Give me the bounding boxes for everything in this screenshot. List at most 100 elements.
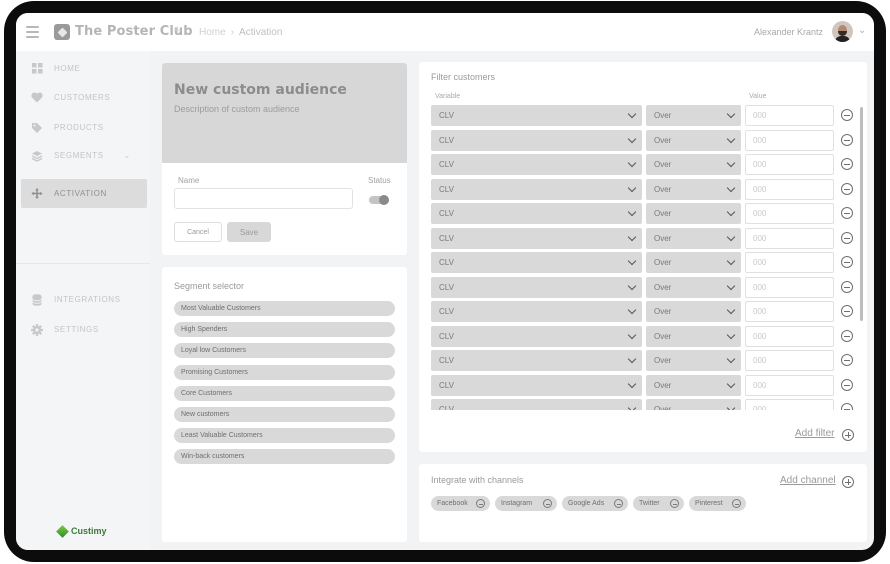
remove-filter-icon[interactable] [841,378,853,391]
variable-select[interactable]: CLV [431,129,642,151]
channel-pill[interactable]: Facebook [431,496,490,511]
avatar[interactable] [832,21,853,42]
segment-pill[interactable]: Win-back customers [174,449,395,465]
remove-channel-icon[interactable] [614,499,623,508]
operator-select[interactable]: Over [646,276,741,298]
remove-filter-icon[interactable] [841,133,853,146]
remove-channel-icon[interactable] [543,499,552,508]
value-input[interactable]: 000 [745,178,834,200]
operator-select[interactable]: Over [646,399,741,410]
segment-pill[interactable]: Least Valuable Customers [174,428,395,444]
remove-filter-icon[interactable] [841,109,853,121]
remove-channel-icon[interactable] [476,499,485,508]
chevron-down-icon[interactable]: ⌄ [858,25,866,36]
operator-select[interactable]: Over [646,227,741,249]
variable-select[interactable]: CLV [431,399,642,410]
remove-filter-icon[interactable] [841,158,853,170]
variable-select[interactable]: CLV [431,325,642,347]
breadcrumb-home[interactable]: Home [199,27,226,38]
sidebar-item-integrations[interactable]: INTEGRATIONS [21,285,147,314]
value-input[interactable]: 000 [745,203,834,224]
remove-filter-icon[interactable] [841,207,853,219]
variable-select[interactable]: CLV [431,105,642,126]
remove-channel-icon[interactable] [670,499,679,508]
audience-description[interactable]: Description of custom audience [174,104,300,114]
operator-select[interactable]: Over [646,325,741,347]
segment-pill[interactable]: Promising Customers [174,364,395,380]
value-input[interactable]: 000 [745,129,834,151]
value-input[interactable]: 000 [745,276,834,298]
value-input[interactable]: 000 [745,105,834,126]
variable-select[interactable]: CLV [431,374,642,396]
value-input[interactable]: 000 [745,227,834,249]
audience-header: New custom audience Description of custo… [162,63,407,163]
plus-circle-icon[interactable] [842,429,854,441]
name-input[interactable] [174,188,353,209]
operator-select[interactable]: Over [646,301,741,322]
remove-filter-icon[interactable] [841,329,853,342]
remove-filter-icon[interactable] [841,403,853,410]
operator-select[interactable]: Over [646,252,741,273]
sidebar-item-activation[interactable]: ACTIVATION [21,179,147,208]
operator-select[interactable]: Over [646,105,741,126]
value-input[interactable]: 000 [745,252,834,273]
segment-pill[interactable]: New customers [174,407,395,422]
remove-filter-icon[interactable] [841,305,853,317]
add-workspace-button[interactable]: + [173,22,182,39]
operator-select-value: Over [654,331,672,341]
variable-select[interactable]: CLV [431,178,642,200]
operator-select[interactable]: Over [646,374,741,396]
user-name[interactable]: Alexander Krantz [754,27,823,37]
operator-select[interactable]: Over [646,203,741,224]
variable-select[interactable]: CLV [431,252,642,273]
value-input[interactable]: 000 [745,350,834,371]
sidebar-item-customers[interactable]: CUSTOMERS [21,83,147,112]
save-button[interactable]: Save [227,222,271,242]
operator-select[interactable]: Over [646,154,741,175]
status-toggle[interactable] [369,195,389,205]
variable-select[interactable]: CLV [431,203,642,224]
filter-row: CLV Over 000 [419,203,867,225]
value-input[interactable]: 000 [745,154,834,175]
cancel-button[interactable]: Cancel [174,222,222,242]
add-channel-button[interactable]: Add channel [780,475,836,486]
remove-channel-icon[interactable] [732,499,741,508]
segment-pill[interactable]: Core Customers [174,385,395,401]
channel-pill[interactable]: Twitter [633,496,684,511]
segment-pill[interactable]: High Spenders [174,322,395,338]
segment-pill[interactable]: Most Valuable Customers [174,301,395,316]
variable-select-value: CLV [439,380,454,390]
value-input[interactable]: 000 [745,374,834,396]
remove-filter-icon[interactable] [841,354,853,366]
remove-filter-icon[interactable] [841,231,853,244]
value-input[interactable]: 000 [745,301,834,322]
sidebar-item-settings[interactable]: SETTINGS [21,315,147,344]
value-input[interactable]: 000 [745,325,834,347]
chevron-down-icon[interactable]: ⌄ [123,150,131,161]
sidebar-item-products[interactable]: PRODUCTS [21,113,147,142]
variable-select[interactable]: CLV [431,227,642,249]
sidebar-item-home[interactable]: HOME [21,54,147,83]
channel-pill[interactable]: Instagram [495,496,557,511]
filter-scrollbar[interactable] [860,107,863,321]
add-filter-button[interactable]: Add filter [795,428,834,439]
variable-select[interactable]: CLV [431,301,642,322]
page-title[interactable]: New custom audience [174,82,347,98]
variable-select[interactable]: CLV [431,154,642,175]
operator-select[interactable]: Over [646,350,741,371]
remove-filter-icon[interactable] [841,280,853,293]
operator-select[interactable]: Over [646,178,741,200]
value-input[interactable]: 000 [745,399,834,410]
channel-pill[interactable]: Google Ads [562,496,628,511]
remove-filter-icon[interactable] [841,256,853,268]
menu-icon[interactable] [26,26,39,38]
sidebar-item-segments[interactable]: SEGMENTS ⌄ [21,141,147,170]
variable-select[interactable]: CLV [431,350,642,371]
chevron-down-icon [726,256,736,266]
channel-pill[interactable]: Pinterest [689,496,746,511]
remove-filter-icon[interactable] [841,182,853,195]
variable-select[interactable]: CLV [431,276,642,298]
plus-circle-icon[interactable] [842,476,854,488]
segment-pill[interactable]: Loyal low Customers [174,343,395,359]
operator-select[interactable]: Over [646,129,741,151]
